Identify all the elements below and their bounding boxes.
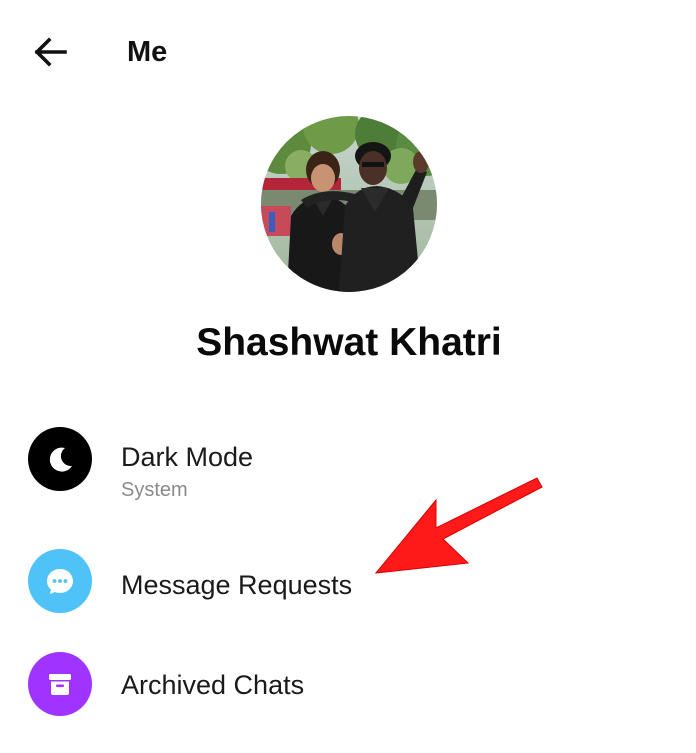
menu-item-label: Archived Chats [121,670,305,700]
menu-item-subtitle: System [121,479,188,501]
red-pointer-arrow [374,477,543,574]
menu-item-dark-mode[interactable]: Dark Mode System [0,418,696,504]
page-title: Me [127,36,168,68]
moon-icon [49,447,72,472]
menu-item-label: Message Requests [121,570,353,600]
avatar[interactable] [261,116,437,292]
moon-icon-container [28,427,92,491]
arrow-left-icon [34,37,67,67]
archive-icon-container [28,652,92,716]
chat-bubble-icon [47,569,73,594]
profile-photo [261,116,437,292]
menu-item-archived-chats[interactable]: Archived Chats [0,642,696,728]
chat-icon-container [28,549,92,613]
archive-box-icon [49,674,71,695]
back-button[interactable] [28,30,72,74]
menu-item-label: Dark Mode [121,442,254,472]
menu-item-message-requests[interactable]: Message Requests [0,538,696,624]
top-app-bar: Me [0,0,696,104]
profile-name: Shashwat Khatri [196,321,502,364]
